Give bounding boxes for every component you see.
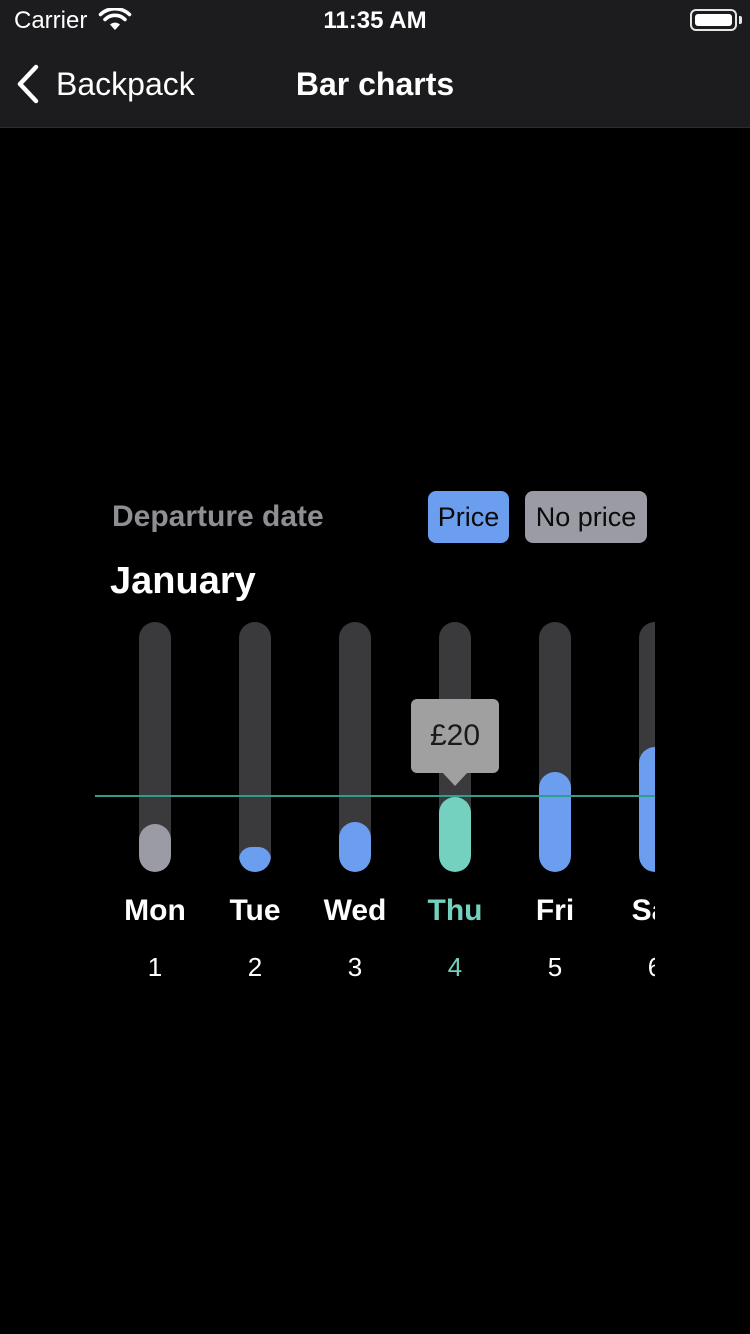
bar-fill (139, 824, 171, 872)
day-label: Sat (631, 894, 655, 927)
bar-track (539, 622, 571, 872)
price-tooltip: £20 (411, 699, 499, 773)
navigation-bar: Backpack Bar charts (0, 40, 750, 128)
bar-track (639, 622, 655, 872)
bar-tue[interactable]: Tue 2 (205, 610, 305, 990)
bar-track (339, 622, 371, 872)
battery-level (695, 14, 732, 26)
chart-title: Departure date (112, 500, 324, 533)
battery-cap (739, 16, 742, 24)
day-label: Fri (535, 894, 575, 927)
mean-price-line (95, 795, 655, 797)
date-label: 5 (547, 952, 563, 982)
legend-no-price: No price (525, 491, 647, 543)
date-label: 2 (247, 952, 263, 982)
bar-fri[interactable]: Fri 5 (505, 610, 605, 990)
status-bar: Carrier 11:35 AM (0, 0, 750, 40)
date-label: 3 (347, 952, 363, 982)
date-label: 6 (605, 952, 655, 983)
bar-fill (239, 847, 271, 872)
clock: 11:35 AM (323, 7, 427, 34)
tooltip-arrow (442, 772, 468, 786)
page-title: Bar charts (295, 66, 455, 102)
date-label: 4 (447, 952, 463, 982)
bar-chart: Mon 1 Tue 2 Wed 3 Thu 4 Fri 5 Sat 6 (95, 610, 655, 990)
month-title: January (110, 560, 256, 602)
bar-fill (439, 797, 471, 872)
bar-thu[interactable]: Thu 4 (405, 610, 505, 990)
bar-fill (639, 747, 655, 872)
day-label: Thu (427, 894, 483, 927)
day-label: Mon (124, 894, 186, 927)
battery-icon (690, 9, 737, 31)
bar-mon[interactable]: Mon 1 (105, 610, 205, 990)
bar-track (139, 622, 171, 872)
day-label: Wed (323, 894, 387, 927)
bar-wed[interactable]: Wed 3 (305, 610, 405, 990)
legend-price: Price (428, 491, 509, 543)
bar-fill (539, 772, 571, 872)
date-label: 1 (147, 952, 163, 982)
bar-track (239, 622, 271, 872)
bar-sat[interactable]: Sat 6 (605, 610, 655, 990)
day-label: Tue (229, 894, 281, 927)
bar-fill (339, 822, 371, 872)
